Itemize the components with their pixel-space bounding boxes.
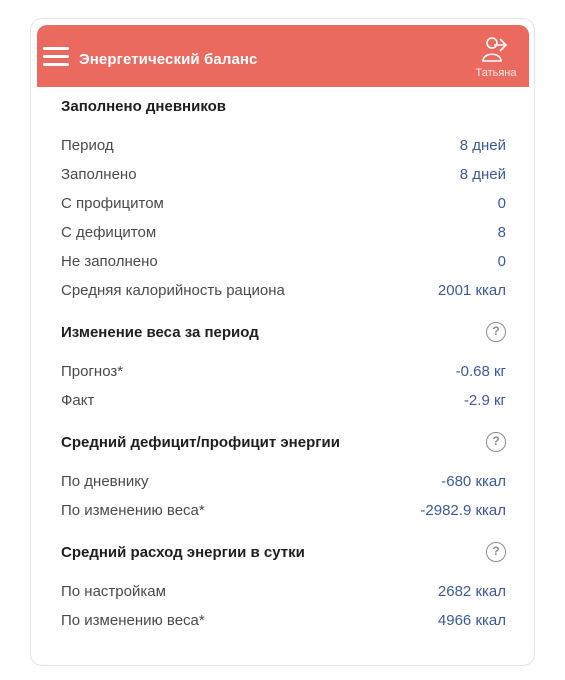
section-title: Изменение веса за период ?	[61, 319, 506, 347]
section-title: Средний дефицит/профицит энергии ?	[61, 429, 506, 457]
stat-label: Период	[61, 137, 114, 154]
stat-value: 8 дней	[459, 137, 506, 154]
stat-label: Средняя калорийность рациона	[61, 282, 285, 299]
stat-row-by-weight-change: По изменению веса* 4966 ккал	[61, 606, 506, 635]
stat-label: По изменению веса*	[61, 612, 205, 629]
stats-content: Заполнено дневников Период 8 дней Заполн…	[61, 93, 506, 635]
section-weight-change: Изменение веса за период ? Прогноз* -0.6…	[61, 319, 506, 415]
stat-value: -2.9 кг	[463, 392, 506, 409]
help-icon[interactable]: ?	[486, 542, 506, 562]
stat-row-average-calories: Средняя калорийность рациона 2001 ккал	[61, 276, 506, 305]
section-title: Заполнено дневников	[61, 98, 227, 115]
stat-value: -680 ккал	[441, 473, 506, 490]
app-title: Энергетический баланс	[79, 51, 258, 68]
stat-row-filled: Заполнено 8 дней	[61, 160, 506, 189]
section-average-daily-expenditure: Средний расход энергии в сутки ? По наст…	[61, 539, 506, 635]
section-title: Средний расход энергии в сутки ?	[61, 539, 506, 567]
stat-value: -2982.9 ккал	[420, 502, 506, 519]
stat-label: По дневнику	[61, 473, 149, 490]
stat-value: -0.68 кг	[455, 363, 506, 380]
stat-label: По изменению веса*	[61, 502, 205, 519]
stat-value: 2001 ккал	[437, 282, 506, 299]
stat-row-by-diary: По дневнику -680 ккал	[61, 467, 506, 496]
energy-balance-card: Энергетический баланс Татьяна Заполнено …	[30, 18, 535, 666]
section-title-text: Изменение веса за период	[61, 324, 259, 341]
stat-label: Прогноз*	[61, 363, 124, 380]
stat-row-period: Период 8 дней	[61, 131, 506, 160]
user-name: Татьяна	[475, 67, 517, 79]
stat-row-surplus: С профицитом 0	[61, 189, 506, 218]
stat-value: 0	[497, 253, 506, 270]
help-icon[interactable]: ?	[486, 322, 506, 342]
stat-label: Факт	[61, 392, 95, 409]
stat-row-deficit: С дефицитом 8	[61, 218, 506, 247]
stat-label: С профицитом	[61, 195, 164, 212]
stat-value: 8 дней	[459, 166, 506, 183]
user-profile-button[interactable]: Татьяна	[465, 35, 527, 79]
stat-value: 8	[497, 224, 506, 241]
section-average-deficit-surplus: Средний дефицит/профицит энергии ? По дн…	[61, 429, 506, 525]
stat-label: Не заполнено	[61, 253, 158, 270]
user-profile-icon	[482, 37, 508, 62]
section-diaries-filled: Заполнено дневников Период 8 дней Заполн…	[61, 93, 506, 305]
stat-row-by-settings: По настройкам 2682 ккал	[61, 577, 506, 606]
stat-row-by-weight-change: По изменению веса* -2982.9 ккал	[61, 496, 506, 525]
stat-row-not-filled: Не заполнено 0	[61, 247, 506, 276]
stat-label: По настройкам	[61, 583, 166, 600]
stat-value: 4966 ккал	[437, 612, 506, 629]
section-title-text: Средний дефицит/профицит энергии	[61, 434, 340, 451]
section-title-text: Средний расход энергии в сутки	[61, 544, 305, 561]
stat-row-fact: Факт -2.9 кг	[61, 386, 506, 415]
stat-value: 2682 ккал	[437, 583, 506, 600]
app-header: Энергетический баланс Татьяна	[37, 25, 529, 87]
stat-label: Заполнено	[61, 166, 137, 183]
stat-label: С дефицитом	[61, 224, 157, 241]
stat-value: 0	[497, 195, 506, 212]
stat-row-forecast: Прогноз* -0.68 кг	[61, 357, 506, 386]
hamburger-menu-icon[interactable]	[43, 47, 69, 67]
help-icon[interactable]: ?	[486, 432, 506, 452]
